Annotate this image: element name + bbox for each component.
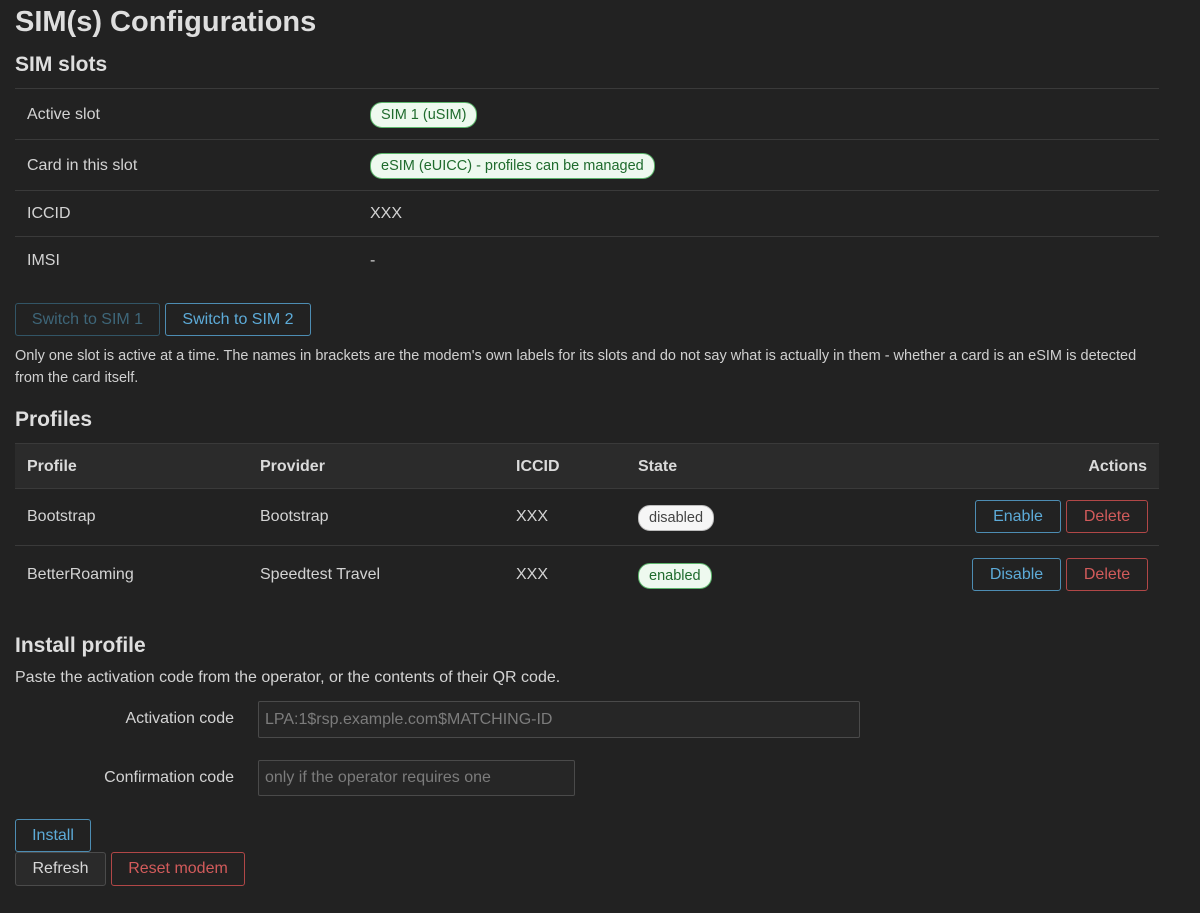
profile-provider: Bootstrap	[260, 508, 329, 525]
slot-row-card: Card in this slot eSIM (eUICC) - profile…	[15, 139, 1159, 190]
switch-sim1-button[interactable]: Switch to SIM 1	[15, 303, 160, 336]
profile-iccid: XXX	[516, 508, 549, 525]
disable-button[interactable]: Disable	[972, 558, 1061, 591]
sim-config-page: SIM(s) Configurations SIM slots Active s…	[0, 0, 1200, 913]
state-badge: disabled	[638, 505, 715, 531]
col-provider: Provider	[260, 458, 325, 475]
profile-provider: Speedtest Travel	[260, 566, 381, 583]
install-intro: Paste the activation code from the opera…	[15, 669, 561, 686]
col-iccid: ICCID	[516, 458, 560, 475]
slots-note: Only one slot is active at a time. The n…	[15, 348, 1137, 386]
activation-code-input[interactable]	[258, 701, 860, 738]
profiles-heading: Profiles	[15, 408, 93, 431]
slot-row-label: IMSI	[27, 252, 60, 269]
slot-row-iccid: ICCID XXX	[15, 190, 1159, 236]
sim-slots-table: Active slot SIM 1 (uSIM) Card in this sl…	[15, 88, 1159, 287]
slot-row-imsi: IMSI -	[15, 236, 1159, 287]
delete-button[interactable]: Delete	[1066, 500, 1148, 533]
profile-iccid: XXX	[516, 566, 549, 583]
state-badge: enabled	[638, 563, 712, 589]
col-state: State	[638, 458, 678, 475]
col-actions: Actions	[1088, 458, 1147, 475]
profile-name: BetterRoaming	[27, 566, 134, 583]
slot-row-active: Active slot SIM 1 (uSIM)	[15, 88, 1159, 139]
install-profile-heading: Install profile	[15, 634, 146, 657]
slot-row-label: ICCID	[27, 205, 71, 222]
switch-sim2-button[interactable]: Switch to SIM 2	[165, 303, 311, 336]
table-row: BetterRoaming Speedtest Travel XXX enabl…	[15, 546, 1159, 604]
col-profile: Profile	[27, 458, 77, 475]
sim-slots-heading: SIM slots	[15, 53, 108, 76]
confirmation-code-input[interactable]	[258, 760, 575, 796]
slot-row-label: Card in this slot	[27, 157, 138, 174]
refresh-button[interactable]: Refresh	[15, 852, 106, 886]
install-button[interactable]: Install	[15, 819, 91, 852]
slot-iccid-value: XXX	[370, 205, 403, 222]
slot-imsi-value: -	[370, 252, 376, 269]
reset-modem-button[interactable]: Reset modem	[111, 852, 245, 886]
profile-name: Bootstrap	[27, 508, 96, 525]
table-row: Bootstrap Bootstrap XXX disabled Enable …	[15, 488, 1159, 546]
active-slot-badge: SIM 1 (uSIM)	[370, 102, 478, 128]
slot-row-label: Active slot	[27, 106, 100, 123]
page-title: SIM(s) Configurations	[15, 6, 317, 38]
profiles-table-header: Profile Provider ICCID State Actions	[15, 443, 1159, 489]
card-type-badge: eSIM (eUICC) - profiles can be managed	[370, 153, 655, 179]
enable-button[interactable]: Enable	[975, 500, 1061, 533]
delete-button[interactable]: Delete	[1066, 558, 1148, 591]
activation-code-label: Activation code	[125, 710, 234, 727]
confirmation-code-label: Confirmation code	[104, 769, 234, 786]
